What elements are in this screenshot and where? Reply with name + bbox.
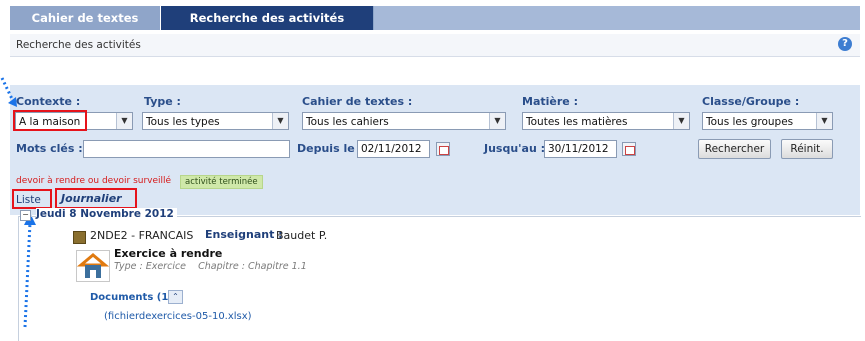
tab-recherche-des-activites[interactable]: Recherche des activités bbox=[161, 6, 373, 30]
calendar-icon[interactable] bbox=[436, 142, 450, 156]
cahier-select[interactable]: Tous les cahiers ▼ bbox=[302, 112, 506, 130]
depuis-label: Depuis le : bbox=[297, 142, 363, 155]
classe-label: Classe/Groupe : bbox=[702, 95, 800, 108]
matiere-label: Matière : bbox=[522, 95, 578, 108]
jusqua-date-input[interactable]: 30/11/2012 bbox=[544, 140, 617, 158]
collapse-icon[interactable]: − bbox=[20, 210, 31, 221]
classe-value: Tous les groupes bbox=[706, 116, 794, 128]
type-value: Tous les types bbox=[146, 116, 220, 128]
classe-select[interactable]: Tous les groupes ▼ bbox=[702, 112, 833, 130]
teacher-label: Enseignant : bbox=[205, 228, 283, 241]
type-select[interactable]: Tous les types ▼ bbox=[142, 112, 289, 130]
activity-title[interactable]: Exercice à rendre bbox=[114, 247, 222, 260]
house-icon bbox=[76, 250, 110, 282]
chevron-down-icon: ▼ bbox=[116, 113, 132, 129]
cahier-label: Cahier de textes : bbox=[302, 95, 413, 108]
activity-chapter: Chapitre : Chapitre 1.1 bbox=[198, 261, 307, 272]
mots-cles-input[interactable] bbox=[83, 140, 290, 158]
tab-bar-filler bbox=[374, 6, 860, 30]
type-label: Type : bbox=[144, 95, 181, 108]
chevron-down-icon: ▼ bbox=[673, 113, 689, 129]
course-name: 2NDE2 - FRANCAIS bbox=[90, 229, 194, 242]
activity-meta: Type : Exercice Chapitre : Chapitre 1.1 bbox=[114, 261, 307, 272]
teacher-name: Baudet P. bbox=[276, 229, 328, 242]
book-icon bbox=[73, 231, 86, 244]
annotation-box-journalier bbox=[55, 188, 137, 209]
chevron-down-icon: ▼ bbox=[489, 113, 505, 129]
legend-activite-terminee: activité terminée bbox=[180, 175, 263, 189]
chevron-down-icon: ▼ bbox=[272, 113, 288, 129]
legend-devoir: devoir à rendre ou devoir surveillé bbox=[16, 176, 172, 186]
help-icon[interactable]: ? bbox=[838, 37, 852, 51]
page-title: Recherche des activités bbox=[16, 39, 141, 51]
activity-type: Type : Exercice bbox=[114, 261, 187, 272]
reinit-button[interactable]: Réinit. bbox=[781, 139, 833, 159]
tab-cahier-de-textes[interactable]: Cahier de textes bbox=[10, 6, 161, 30]
annotation-arrow-top bbox=[0, 77, 17, 107]
rechercher-button[interactable]: Rechercher bbox=[698, 139, 771, 159]
calendar-icon[interactable] bbox=[622, 142, 636, 156]
chevron-down-icon: ▼ bbox=[816, 113, 832, 129]
tab-bar: Cahier de textes Recherche des activités bbox=[10, 6, 860, 30]
matiere-select[interactable]: Toutes les matières ▼ bbox=[522, 112, 690, 130]
day-title: Jeudi 8 Novembre 2012 bbox=[36, 208, 177, 220]
matiere-value: Toutes les matières bbox=[526, 116, 628, 128]
jusqua-label: Jusqu'au : bbox=[484, 142, 546, 155]
cahier-value: Tous les cahiers bbox=[306, 116, 389, 128]
documents-label: Documents (1) bbox=[90, 292, 173, 303]
mots-cles-label: Mots clés : bbox=[16, 142, 83, 155]
document-link[interactable]: (fichierdexercices-05-10.xlsx) bbox=[104, 311, 252, 322]
expand-documents-icon[interactable]: ⌃ bbox=[168, 290, 183, 304]
depuis-date-input[interactable]: 02/11/2012 bbox=[357, 140, 430, 158]
